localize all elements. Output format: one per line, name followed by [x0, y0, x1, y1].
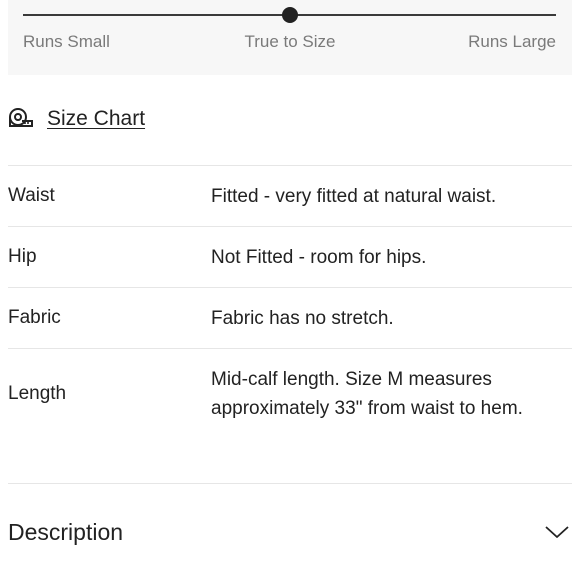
fit-scale-panel: Runs Small True to Size Runs Large	[8, 0, 572, 75]
measuring-tape-icon	[8, 106, 34, 132]
fit-attribute: Length	[8, 382, 67, 404]
fit-row-hip: Hip Not Fitted - room for hips.	[8, 226, 572, 287]
description-title: Description	[8, 518, 124, 545]
fit-value: Mid-calf length. Size M measures approxi…	[211, 368, 523, 419]
fit-row-waist: Waist Fitted - very fitted at natural wa…	[8, 165, 572, 226]
fit-attribute: Waist	[8, 185, 55, 206]
size-chart-link[interactable]: Size Chart	[8, 106, 145, 132]
size-chart-label: Size Chart	[47, 107, 146, 130]
chevron-down-icon	[544, 524, 570, 540]
fit-scale-marker	[281, 7, 298, 23]
fit-details-table: Waist Fitted - very fitted at natural wa…	[8, 165, 572, 438]
fit-value: Not Fitted - room for hips.	[211, 246, 427, 268]
fit-value: Fabric has no stretch.	[211, 307, 394, 329]
fit-value: Fitted - very fitted at natural waist.	[211, 185, 497, 207]
fit-attribute: Fabric	[8, 307, 61, 328]
fit-label-runs-large: Runs Large	[468, 32, 556, 51]
fit-label-true-to-size: True to Size	[244, 32, 336, 51]
description-accordion-toggle[interactable]: Description	[8, 510, 572, 554]
fit-row-fabric: Fabric Fabric has no stretch.	[8, 287, 572, 348]
product-fit-page: Runs Small True to Size Runs Large Size …	[0, 0, 580, 580]
fit-label-runs-small: Runs Small	[23, 32, 110, 51]
fit-row-length: Length Mid-calf length. Size M measures …	[8, 348, 572, 438]
fit-attribute: Hip	[8, 246, 37, 267]
section-divider	[8, 483, 572, 484]
